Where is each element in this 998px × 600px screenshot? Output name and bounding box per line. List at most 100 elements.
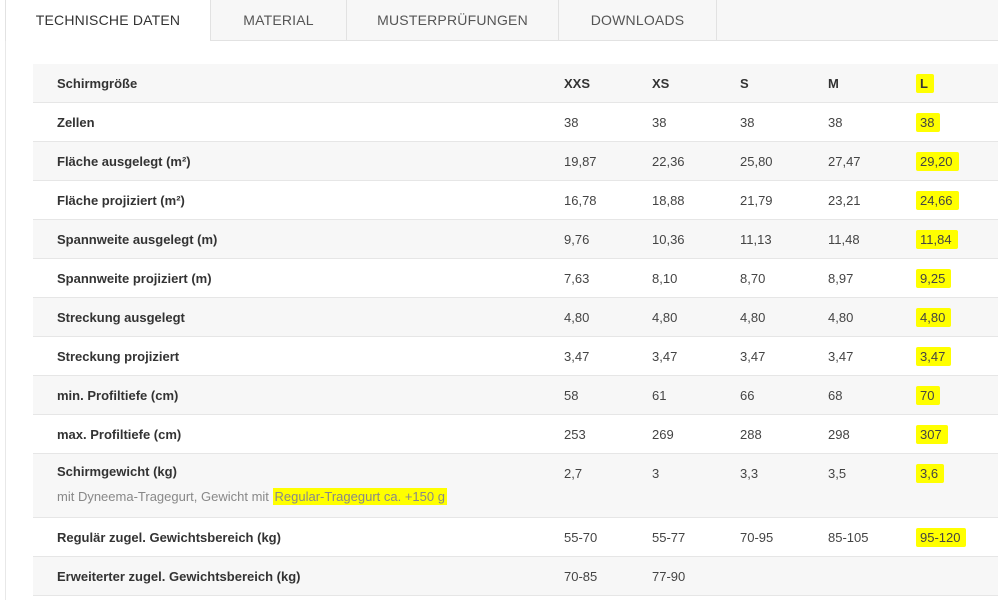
header-xxs: XXS (564, 64, 652, 103)
table-row: Spannweite ausgelegt (m) 9,76 10,36 11,1… (33, 219, 998, 259)
row-label: min. Profiltiefe (cm) (33, 375, 564, 415)
tab-downloads[interactable]: DOWNLOADS (559, 0, 717, 40)
table-row: Fläche ausgelegt (m²) 19,87 22,36 25,80 … (33, 141, 998, 181)
row-label: Fläche ausgelegt (m²) (33, 141, 564, 181)
cell-s: 66 (740, 375, 828, 415)
cell-xxs: 3,47 (564, 336, 652, 376)
row-label: Zellen (33, 102, 564, 142)
cell-xs: 3,47 (652, 336, 740, 376)
table-row: Zellen 38 38 38 38 38 (33, 102, 998, 142)
highlight-mark: 9,25 (916, 268, 952, 288)
row-label: Spannweite ausgelegt (m) (33, 219, 564, 259)
row-label: Schirmgewicht (kg) mit Dyneema-Tragegurt… (33, 453, 564, 518)
cell-s: 21,79 (740, 180, 828, 220)
cell-m: 4,80 (828, 297, 916, 337)
header-m: M (828, 64, 916, 103)
cell-xxs: 16,78 (564, 180, 652, 220)
row-label: Spannweite projiziert (m) (33, 258, 564, 298)
cell-xs: 77-90 (652, 556, 740, 596)
table-row: max. Profiltiefe (cm) 253 269 288 298 30… (33, 414, 998, 454)
highlight-mark: 24,66 (916, 190, 959, 210)
cell-s: 25,80 (740, 141, 828, 181)
cell-s: 70-95 (740, 517, 828, 557)
cell-m: 298 (828, 414, 916, 454)
cell-xxs: 9,76 (564, 219, 652, 259)
header-size-label: Schirmgröße (33, 64, 564, 103)
cell-m: 27,47 (828, 141, 916, 181)
cell-xxs: 4,80 (564, 297, 652, 337)
cell-m: 3,5 (828, 453, 916, 518)
row-note: mit Dyneema-Tragegurt, Gewicht mit Regul… (57, 488, 564, 505)
header-s: S (740, 64, 828, 103)
cell-m: 8,97 (828, 258, 916, 298)
cell-xs: 4,80 (652, 297, 740, 337)
cell-l: 11,84 (916, 219, 998, 259)
cell-xs: 55-77 (652, 517, 740, 557)
cell-xxs: 38 (564, 102, 652, 142)
cell-l: 38 (916, 102, 998, 142)
cell-l: 3,6 (916, 453, 998, 518)
cell-s: 288 (740, 414, 828, 454)
table-row: Spannweite projiziert (m) 7,63 8,10 8,70… (33, 258, 998, 298)
table-row: Schirmgewicht (kg) mit Dyneema-Tragegurt… (33, 453, 998, 518)
cell-s: 3,3 (740, 453, 828, 518)
cell-l: 70 (916, 375, 998, 415)
note-prefix: mit Dyneema-Tragegurt, Gewicht mit (57, 489, 273, 504)
cell-l: 4,80 (916, 297, 998, 337)
cell-m: 85-105 (828, 517, 916, 557)
cell-xs: 18,88 (652, 180, 740, 220)
table-row: Fläche projiziert (m²) 16,78 18,88 21,79… (33, 180, 998, 220)
note-highlight: Regular-Tragegurt ca. +150 g (272, 488, 447, 505)
cell-xs: 61 (652, 375, 740, 415)
cell-xxs: 70-85 (564, 556, 652, 596)
highlight-mark: 4,80 (916, 307, 952, 327)
highlight-mark: 11,84 (916, 229, 958, 249)
cell-xs: 22,36 (652, 141, 740, 181)
cell-l: 3,47 (916, 336, 998, 376)
row-label: Fläche projiziert (m²) (33, 180, 564, 220)
highlight-mark: 307 (916, 424, 948, 444)
cell-xxs: 7,63 (564, 258, 652, 298)
cell-m: 3,47 (828, 336, 916, 376)
table-row: Streckung ausgelegt 4,80 4,80 4,80 4,80 … (33, 297, 998, 337)
row-label: Regulär zugel. Gewichtsbereich (kg) (33, 517, 564, 557)
header-l: L (916, 64, 998, 103)
highlight-mark: 38 (916, 112, 941, 132)
header-xs: XS (652, 64, 740, 103)
row-label: Erweiterter zugel. Gewichtsbereich (kg) (33, 556, 564, 596)
highlight-mark: 3,47 (916, 346, 952, 366)
cell-s (740, 556, 828, 596)
table-header-row: Schirmgröße XXS XS S M L (33, 64, 998, 103)
cell-l: 307 (916, 414, 998, 454)
cell-l: 9,25 (916, 258, 998, 298)
row-label: max. Profiltiefe (cm) (33, 414, 564, 454)
cell-s: 11,13 (740, 219, 828, 259)
cell-m: 38 (828, 102, 916, 142)
table-row: Regulär zugel. Gewichtsbereich (kg) 55-7… (33, 517, 998, 557)
specs-table: Schirmgröße XXS XS S M L Zellen 38 38 38… (33, 64, 998, 596)
highlight-mark: 3,6 (916, 464, 945, 483)
row-label: Streckung projiziert (33, 336, 564, 376)
cell-xxs: 55-70 (564, 517, 652, 557)
cell-xxs: 19,87 (564, 141, 652, 181)
cell-m: 11,48 (828, 219, 916, 259)
tab-technische-daten[interactable]: TECHNISCHE DATEN (5, 0, 211, 41)
highlight-mark: 70 (916, 385, 941, 405)
cell-xs: 8,10 (652, 258, 740, 298)
row-label: Streckung ausgelegt (33, 297, 564, 337)
cell-xs: 3 (652, 453, 740, 518)
cell-l: 95-120 (916, 517, 998, 557)
table-row: min. Profiltiefe (cm) 58 61 66 68 70 (33, 375, 998, 415)
cell-m: 68 (828, 375, 916, 415)
tab-musterpruefungen[interactable]: MUSTERPRÜFUNGEN (347, 0, 559, 40)
row-label-text: Schirmgewicht (kg) (57, 464, 177, 479)
highlight-mark: 29,20 (916, 151, 959, 171)
table-row: Erweiterter zugel. Gewichtsbereich (kg) … (33, 556, 998, 596)
cell-l (916, 556, 998, 596)
cell-xs: 269 (652, 414, 740, 454)
cell-xxs: 253 (564, 414, 652, 454)
tab-material[interactable]: MATERIAL (211, 0, 347, 40)
cell-m (828, 556, 916, 596)
cell-xs: 38 (652, 102, 740, 142)
cell-xxs: 58 (564, 375, 652, 415)
